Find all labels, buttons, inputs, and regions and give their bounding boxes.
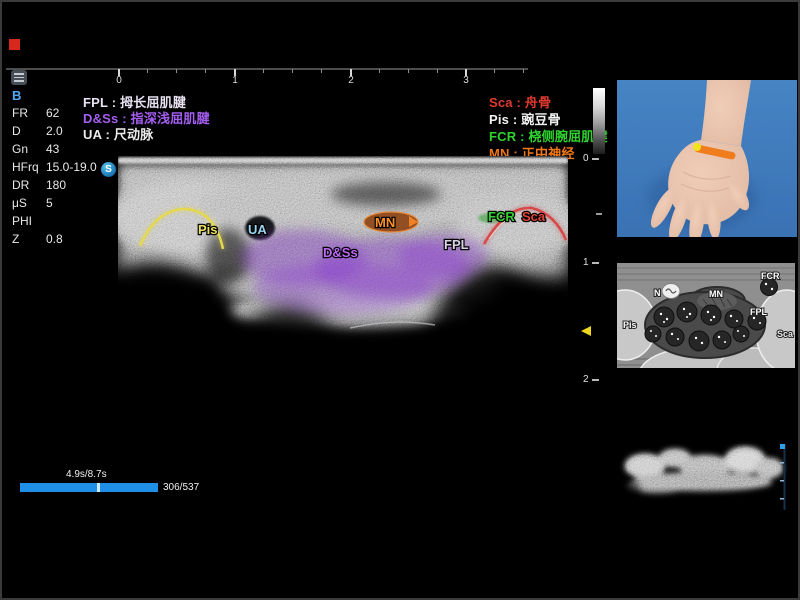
legend-left-ua: UA : 尺动脉 xyxy=(83,124,153,143)
cine-time: 4.9s/8.7s xyxy=(66,469,107,480)
ruler-line xyxy=(6,68,528,70)
depth-tick-2: 2 xyxy=(583,374,599,385)
depth-halftick xyxy=(596,213,602,215)
cine-frame-counter: 306/537 xyxy=(163,482,199,493)
label-fpl: FPL xyxy=(444,237,469,252)
probe-position-photo[interactable] xyxy=(617,80,797,237)
anatomy-diagram-thumbnail[interactable]: N Pis MN FCR FPL Sca xyxy=(617,263,795,368)
diagram-label-sca: Sca xyxy=(777,329,794,339)
ruler-tick-3: 3 xyxy=(459,75,473,86)
cine-progress-bar[interactable] xyxy=(20,483,158,492)
mode-badge: B xyxy=(12,88,21,103)
label-dss: D&Ss xyxy=(323,245,358,260)
label-sca: Sca xyxy=(522,209,546,224)
grayscale-bar xyxy=(593,88,605,154)
diagram-label-fpl: FPL xyxy=(750,307,768,317)
diagram-label-pis: Pis xyxy=(623,320,637,330)
reference-ultrasound-thumbnail[interactable] xyxy=(617,440,789,514)
label-pis: Pis xyxy=(198,222,218,237)
ruler-tick-1: 1 xyxy=(228,75,242,86)
label-fcr: FCR xyxy=(488,209,515,224)
ruler-tick-2: 2 xyxy=(344,75,358,86)
cine-position-marker[interactable] xyxy=(97,483,100,492)
label-ua: UA xyxy=(248,222,267,237)
probe-orientation-dot xyxy=(693,143,701,151)
vendor-logo: S xyxy=(101,162,116,177)
record-indicator xyxy=(9,39,20,50)
thumbnail-marker xyxy=(780,444,785,449)
diagram-label-fcr: FCR xyxy=(761,271,780,281)
diagram-label-n: N xyxy=(654,288,661,298)
diagram-label-mn: MN xyxy=(709,289,723,299)
ruler-tick-0: 0 xyxy=(112,75,126,86)
ultrasound-app-screen: 0 1 2 3 B FR62 D2.0 Gn43 HFrq15.0-19.0 D… xyxy=(0,0,800,600)
menu-icon[interactable] xyxy=(11,70,27,85)
fcr-tendon xyxy=(761,279,778,296)
focus-marker[interactable] xyxy=(581,326,591,336)
bmode-image[interactable]: Pis UA MN D&Ss FPL FCR Sca xyxy=(118,156,568,440)
depth-tick-0: 0 xyxy=(583,153,599,164)
depth-tick-1: 1 xyxy=(583,257,599,268)
label-mn: MN xyxy=(375,215,395,230)
